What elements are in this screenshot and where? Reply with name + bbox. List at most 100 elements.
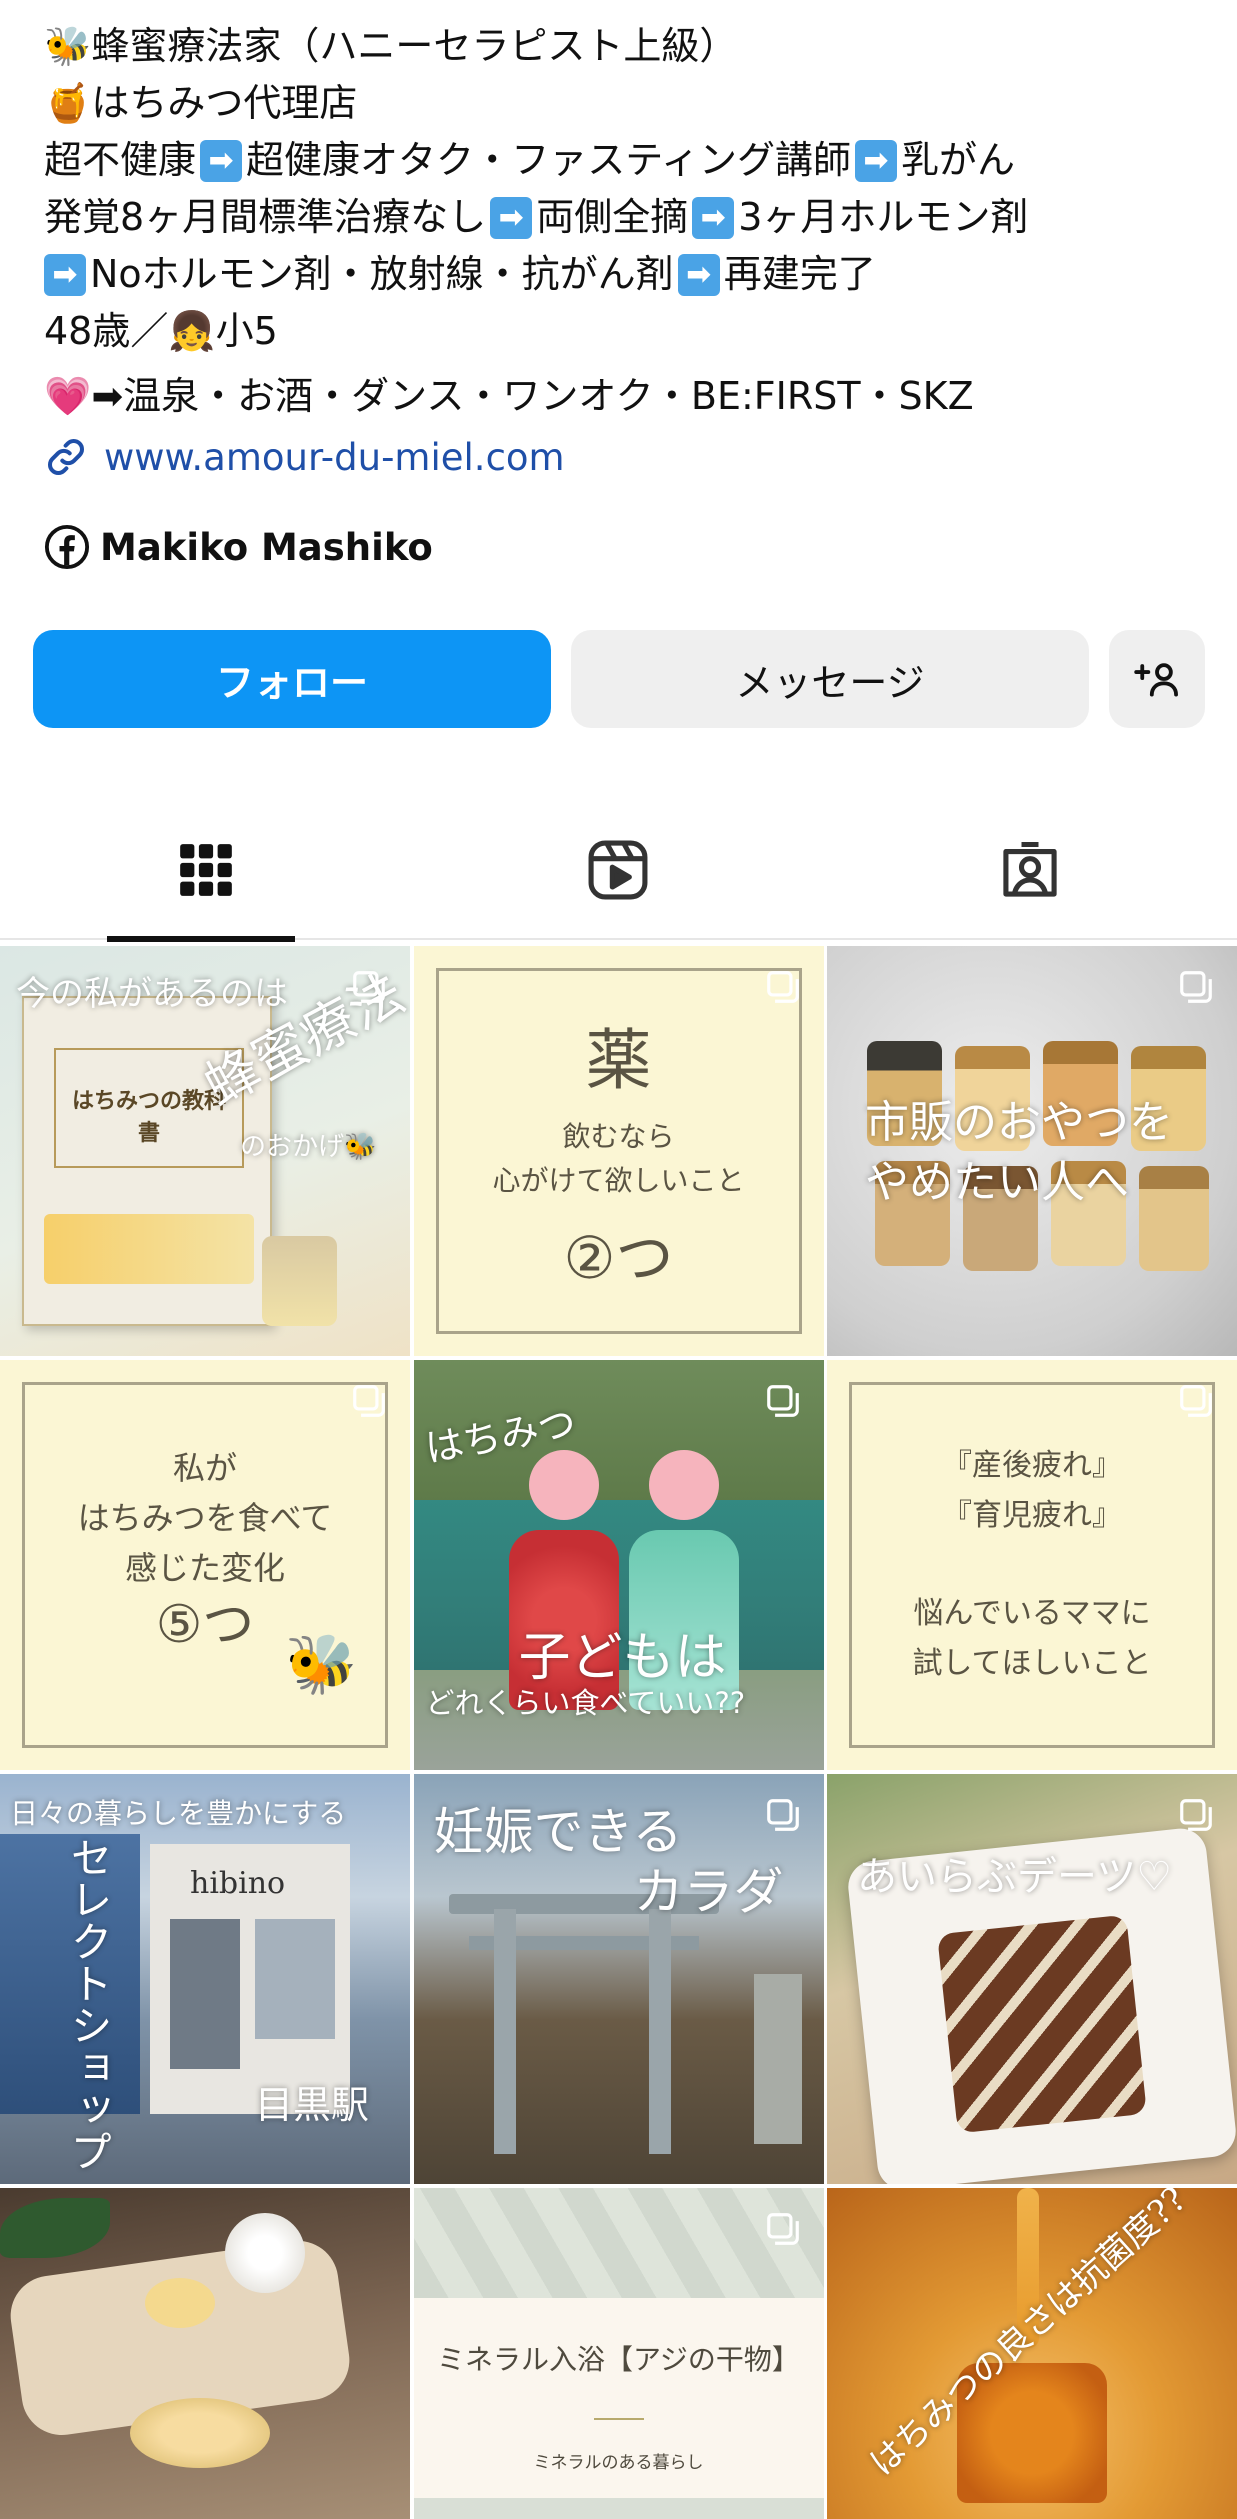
link-icon <box>48 439 84 475</box>
bio-text: 両側全摘 <box>536 195 689 239</box>
arrow-right-icon: ➡ <box>490 196 533 239</box>
facebook-link[interactable]: Makiko Mashiko <box>44 517 1204 577</box>
arrow-right-icon: ➡ <box>854 139 897 182</box>
carousel-icon <box>766 2213 799 2245</box>
torii-gate <box>448 1894 719 2154</box>
post-tile-3[interactable]: 市販のおやつを やめたい人へ <box>827 946 1237 1356</box>
bio-line-5: ➡ Noホルモン剤・放射線・抗がん剤 ➡ 再建完了 <box>44 246 1204 303</box>
bio-line-7: 💗➡温泉・お酒・ダンス・ワンオク・BE:FIRST・SKZ <box>44 374 974 418</box>
book-title: はちみつの教科書 <box>71 1089 226 1146</box>
post-tile-9[interactable]: あいらぶデーツ♡ <box>827 1774 1237 2184</box>
divider <box>593 2418 644 2420</box>
rose-image <box>225 2213 305 2293</box>
post-tile-6[interactable]: 『産後疲れ』 『育児疲れ』 悩んでいるママに 試してほしいこと <box>827 1360 1237 1770</box>
bio-text: 乳がん <box>900 138 1015 182</box>
post-caption: カラダ <box>633 1863 784 1921</box>
post-title: 薬 <box>585 1022 652 1099</box>
stone-marker <box>753 1974 802 2144</box>
post-tile-2[interactable]: 薬 飲むなら 心がけて欲しいこと ②つ <box>413 946 824 1356</box>
post-caption-big: 子どもは <box>518 1628 727 1688</box>
profile-tabs <box>0 800 1237 942</box>
post-subtitle: ミネラルのある暮らし <box>533 2453 704 2473</box>
bio-text: 超健康オタク・ファスティング講師 <box>246 138 851 182</box>
website-url[interactable]: www.amour-du-miel.com <box>104 436 565 479</box>
grid-icon <box>180 844 232 896</box>
follow-button[interactable]: フォロー <box>33 630 551 728</box>
facebook-name[interactable]: Makiko Mashiko <box>100 526 433 569</box>
post-text: 飲むなら <box>562 1120 675 1153</box>
post-frame: 薬 飲むなら 心がけて欲しいこと ②つ <box>435 968 802 1334</box>
post-caption: 市販のおやつを <box>865 1097 1173 1148</box>
post-caption: あいらぶデーツ♡ <box>857 1854 1173 1900</box>
bio-line-1: 🐝蜂蜜療法家（ハニーセラピスト上級） <box>44 24 738 68</box>
facebook-icon <box>44 524 90 570</box>
bio-text: 発覚8ヶ月間標準治療なし <box>44 195 487 239</box>
bio-text: 3ヶ月ホルモン剤 <box>738 195 1029 239</box>
post-tile-4[interactable]: 私が はちみつを食べて 感じた変化 ⑤つ 🐝 <box>0 1360 410 1770</box>
tab-tagged[interactable] <box>824 800 1236 940</box>
leaf-image <box>0 2198 110 2258</box>
bio-text: Noホルモン剤・放射線・抗がん剤 <box>90 252 674 296</box>
tab-posts-grid[interactable] <box>0 800 412 942</box>
bee-icon: 🐝 <box>285 1630 358 1698</box>
post-caption-bottom: のおかげ🐝 <box>240 1132 377 1162</box>
post-tile-11[interactable]: ミネラル入浴【アジの干物】 ミネラルのある暮らし <box>413 2188 824 2519</box>
arrow-right-icon: ➡ <box>44 253 86 296</box>
spoon-image <box>130 2398 270 2468</box>
post-tile-7[interactable]: hibino 日々の暮らしを豊かにする セレクトショップ 目黒駅 <box>0 1774 410 2184</box>
post-text: はちみつを食べて <box>77 1499 333 1537</box>
bio-line-3: 超不健康 ➡ 超健康オタク・ファスティング講師 ➡ 乳がん <box>44 132 1204 189</box>
tagged-icon <box>1003 841 1057 897</box>
bio-line-2: 🍯はちみつ代理店 <box>44 81 358 125</box>
post-text: 私が <box>172 1449 237 1487</box>
post-caption-station: 目黒駅 <box>255 2083 370 2127</box>
post-caption-vertical: セレクトショップ <box>64 1836 113 2172</box>
profile-bio: 🐝蜂蜜療法家（ハニーセラピスト上級） 🍯はちみつ代理店 超不健康 ➡ 超健康オタ… <box>44 18 1204 577</box>
post-caption: やめたい人へ <box>865 1157 1129 1208</box>
carousel-icon <box>353 971 385 1003</box>
post-tile-8[interactable]: 妊娠できる カラダ <box>413 1774 824 2184</box>
post-text: 『産後疲れ』 <box>942 1448 1122 1483</box>
carousel-icon <box>1180 971 1212 1003</box>
post-tile-12[interactable]: はちみつの良さは抗菌度?? <box>827 2188 1237 2519</box>
website-link[interactable]: www.amour-du-miel.com <box>44 427 1204 487</box>
post-text: 感じた変化 <box>124 1549 285 1587</box>
post-tile-1[interactable]: はちみつの教科書 今の私があるのは 蜂蜜療法 のおかげ🐝 <box>0 946 410 1356</box>
post-text: 心がけて欲しいこと <box>492 1164 745 1197</box>
post-caption-top: 今の私があるのは <box>16 974 288 1014</box>
honey-jar <box>262 1236 337 1326</box>
carousel-icon <box>766 971 799 1003</box>
post-title: ミネラル入浴【アジの干物】 <box>437 2343 800 2376</box>
arrow-right-icon: ➡ <box>200 139 243 182</box>
arrow-right-icon: ➡ <box>692 196 735 239</box>
profile-actions: フォロー メッセージ <box>33 630 1205 728</box>
leaf-pattern <box>413 2188 824 2298</box>
posts-grid: はちみつの教科書 今の私があるのは 蜂蜜療法 のおかげ🐝 薬 飲むなら 心がけて… <box>0 946 1237 2519</box>
bio-line-6: 48歳／👧小5 <box>44 309 278 353</box>
carousel-icon <box>1180 1799 1212 1831</box>
honey-dollop <box>145 2278 215 2328</box>
suggested-accounts-button[interactable] <box>1109 630 1205 728</box>
tab-reels[interactable] <box>412 800 824 940</box>
arrow-right-icon: ➡ <box>677 253 720 296</box>
post-count: ②つ <box>563 1224 674 1292</box>
bio-text: 再建完了 <box>723 252 876 296</box>
bio-text: 超不健康 <box>44 138 197 182</box>
bio-line-4: 発覚8ヶ月間標準治療なし ➡ 両側全摘 ➡ 3ヶ月ホルモン剤 <box>44 189 1204 246</box>
active-tab-indicator <box>107 936 295 942</box>
post-text: 試してほしいこと <box>912 1646 1152 1681</box>
post-count: ⑤つ <box>155 1595 255 1655</box>
reels-icon <box>588 840 648 900</box>
post-tile-5[interactable]: はちみつ 子どもは どれくらい食べていい?? <box>413 1360 824 1770</box>
post-tile-10[interactable] <box>0 2188 410 2519</box>
post-caption-bottom: どれくらい食べていい?? <box>425 1686 746 1720</box>
carousel-icon <box>353 1385 385 1417</box>
carousel-icon <box>766 1385 799 1417</box>
post-frame: 『産後疲れ』 『育児疲れ』 悩んでいるママに 試してほしいこと <box>849 1382 1215 1748</box>
post-text: 『育児疲れ』 <box>942 1498 1122 1533</box>
shop-sign: hibino <box>190 1866 286 1901</box>
carousel-icon <box>766 1799 799 1831</box>
carousel-icon <box>1180 1385 1212 1417</box>
message-button[interactable]: メッセージ <box>571 630 1089 728</box>
add-person-icon <box>1134 663 1178 697</box>
